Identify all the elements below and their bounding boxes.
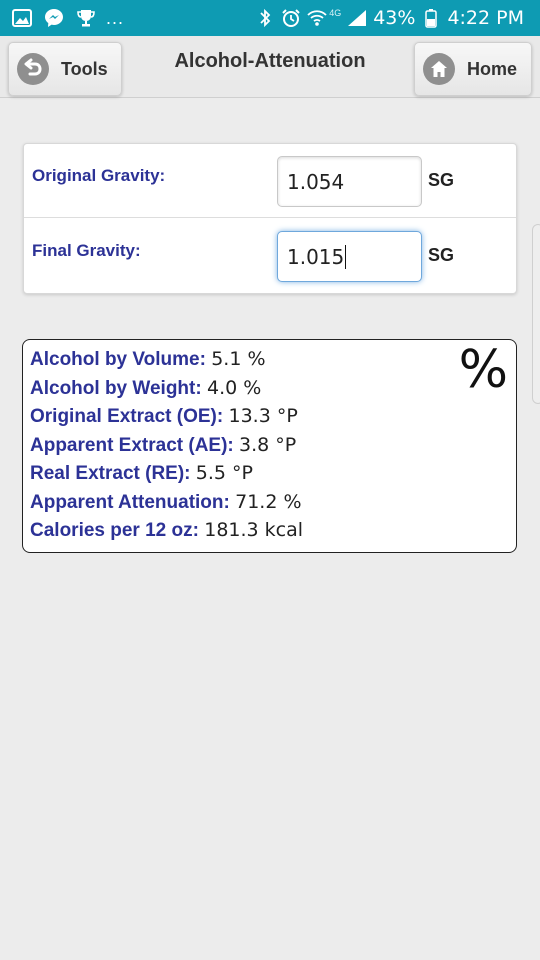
result-row: Calories per 12 oz: 181.3 kcal (30, 519, 303, 542)
battery-percent: 43% (373, 7, 416, 29)
results-panel: % Alcohol by Volume: 5.1 % Alcohol by We… (22, 339, 517, 553)
result-row: Real Extract (RE): 5.5 °P (30, 462, 253, 485)
alcohol-by-volume-label: Alcohol by Volume: (30, 349, 206, 370)
original-gravity-input[interactable]: 1.054 (277, 156, 422, 207)
original-extract-label: Original Extract (OE): (30, 406, 224, 427)
calories-label: Calories per 12 oz: (30, 520, 199, 541)
network-type: 4G (329, 8, 342, 18)
home-button-label: Home (467, 58, 518, 79)
gallery-icon (12, 8, 32, 28)
result-row: Alcohol by Volume: 5.1 % (30, 348, 266, 371)
page-title: Alcohol-Attenuation (174, 50, 366, 72)
home-button[interactable]: Home (414, 42, 532, 96)
original-gravity-unit: SG (428, 170, 455, 190)
gravity-input-panel: Original Gravity: 1.054 SG Final Gravity… (23, 143, 517, 294)
alcohol-by-volume-value: 5.1 % (211, 348, 266, 370)
apparent-extract-value: 3.8 °P (239, 434, 297, 456)
result-row: Apparent Attenuation: 71.2 % (30, 491, 302, 514)
wifi-icon (307, 8, 327, 28)
original-gravity-value: 1.054 (287, 169, 345, 194)
result-row: Alcohol by Weight: 4.0 % (30, 377, 261, 400)
status-bar-right: 4G 43% 4:22 PM (255, 0, 524, 36)
bluetooth-icon (255, 8, 275, 28)
alcohol-by-weight-value: 4.0 % (206, 377, 262, 399)
trophy-icon (76, 8, 96, 28)
status-bar: ... 4G 43% 4:22 PM (0, 0, 540, 36)
status-bar-left: ... (12, 0, 124, 36)
original-gravity-label: Original Gravity: (32, 166, 166, 185)
status-dots: ... (106, 7, 125, 28)
original-gravity-row: Original Gravity: 1.054 SG (24, 144, 516, 218)
battery-icon (421, 8, 441, 28)
messenger-icon (44, 8, 64, 28)
final-gravity-label: Final Gravity: (32, 241, 141, 260)
final-gravity-value: 1.015 (287, 244, 345, 269)
real-extract-value: 5.5 °P (195, 462, 253, 484)
back-arrow-icon (17, 53, 49, 85)
status-time: 4:22 PM (447, 7, 524, 29)
final-gravity-unit: SG (428, 245, 455, 265)
tools-button[interactable]: Tools (8, 42, 122, 96)
result-row: Original Extract (OE): 13.3 °P (30, 405, 298, 428)
percent-symbol: % (458, 340, 508, 400)
apparent-extract-label: Apparent Extract (AE): (30, 435, 234, 456)
signal-icon (347, 8, 367, 28)
calories-value: 181.3 kcal (204, 519, 304, 541)
text-caret (345, 244, 347, 269)
final-gravity-row: Final Gravity: 1.015 SG (24, 219, 516, 293)
apparent-attenuation-value: 71.2 % (235, 491, 302, 513)
alarm-icon (281, 8, 301, 28)
apparent-attenuation-label: Apparent Attenuation: (30, 492, 230, 513)
real-extract-label: Real Extract (RE): (30, 463, 191, 484)
tools-button-label: Tools (61, 58, 108, 79)
home-icon (423, 53, 455, 85)
original-extract-value: 13.3 °P (228, 405, 298, 427)
result-row: Apparent Extract (AE): 3.8 °P (30, 434, 296, 457)
final-gravity-input[interactable]: 1.015 (277, 231, 422, 282)
alcohol-by-weight-label: Alcohol by Weight: (30, 378, 202, 399)
app-header: Tools Alcohol-Attenuation Home (0, 36, 540, 98)
side-panel-edge[interactable] (532, 224, 540, 404)
